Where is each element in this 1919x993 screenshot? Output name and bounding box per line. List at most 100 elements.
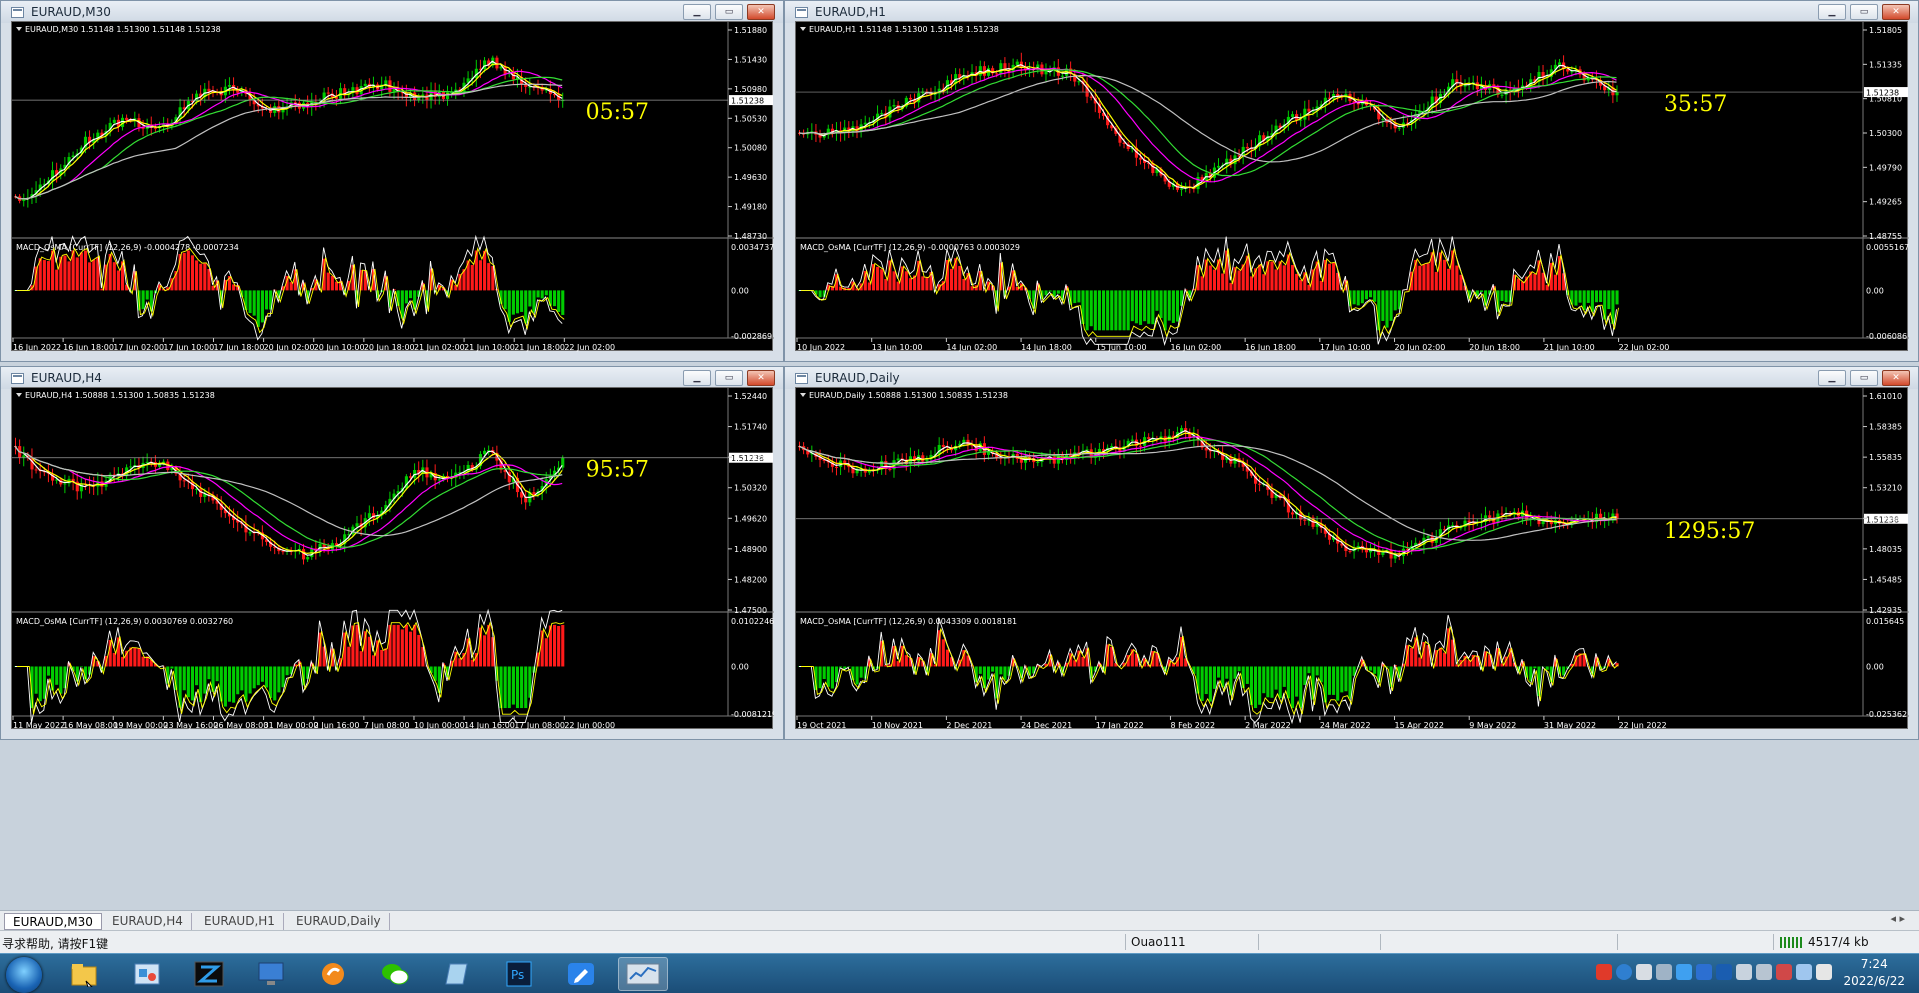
price-tick-label: 1.55835 [1869, 453, 1902, 462]
osma-bar [326, 272, 330, 291]
indicator-label: MACD_OsMA [CurrTF] (12,26,9) -0.0000763 … [800, 243, 1020, 252]
ma-gray-line [14, 83, 563, 200]
window-title-bar[interactable]: EURAUD,M30 [1, 1, 783, 23]
taskbar-control-panel-icon[interactable] [122, 957, 172, 991]
chart-area[interactable]: 1.51238 95:57 EURAUD,H4 1.50888 1.51300 1.… [11, 387, 774, 730]
osma-bar [1130, 290, 1134, 322]
price-chart[interactable]: 1.5123895:57EURAUD,H4 1.50888 1.51300 1.… [12, 388, 774, 730]
minimize-button[interactable]: ▁ [683, 4, 711, 20]
chart-area[interactable]: 1.51238 35:57 EURAUD,H1 1.51148 1.51300 1.… [795, 21, 1909, 352]
tab-scroll-arrows[interactable]: ◂ ▸ [1890, 912, 1905, 925]
close-button[interactable]: ✕ [747, 4, 775, 20]
osma-bar [232, 666, 236, 703]
osma-bar [1114, 290, 1118, 331]
price-tick-label: 1.49265 [1869, 198, 1902, 207]
tab-euraud-h4[interactable]: EURAUD,H4 [104, 913, 192, 930]
minimize-button[interactable]: ▁ [1818, 370, 1846, 386]
maximize-button[interactable]: ▭ [1850, 4, 1878, 20]
tray-cloud-icon[interactable] [1676, 964, 1692, 980]
tray-keyboard-icon[interactable] [1636, 964, 1652, 980]
tray-shield-icon[interactable] [1696, 964, 1712, 980]
system-clock[interactable]: 7:24 2022/6/22 [1843, 956, 1905, 990]
tab-euraud-daily[interactable]: EURAUD,Daily [288, 913, 390, 930]
tray-mute-icon[interactable] [1776, 964, 1792, 980]
candle-body [843, 460, 847, 464]
taskbar-thunder-icon[interactable] [308, 957, 358, 991]
taskbar-notepad-icon[interactable] [432, 957, 482, 991]
chart-window-h4[interactable]: EURAUD,H4 ▁ ▭ ✕ 1.51238 95:57 EURAUD,H4 1.50… [0, 366, 784, 740]
chart-window-h1[interactable]: EURAUD,H1 ▁ ▭ ✕ 1.51238 35:57 EURAUD,H1 1.51… [784, 0, 1919, 362]
osma-bar [396, 624, 400, 667]
tray-security-icon[interactable] [1716, 964, 1732, 980]
osma-bar [1274, 269, 1278, 291]
status-bar: 寻求帮助, 请按F1键 Ouao111 4517/4 kb [0, 930, 1919, 953]
osma-bar [1175, 290, 1180, 322]
window-title-bar[interactable]: EURAUD,H4 [1, 367, 783, 389]
price-chart[interactable]: 1.51238 05:57 EURAUD,M30 1.51148 1.51300 1… [12, 22, 774, 352]
tab-euraud-m30[interactable]: EURAUD,M30 [4, 913, 102, 930]
osma-bar [408, 290, 413, 299]
minimize-button[interactable]: ▁ [683, 370, 711, 386]
candle-body [999, 63, 1003, 74]
price-tick-label: 1.51880 [734, 26, 767, 35]
price-tick-label: 1.50080 [734, 144, 767, 153]
osma-bar [470, 264, 474, 291]
taskbar-pen-app-icon[interactable] [556, 957, 606, 991]
osma-bar [1122, 290, 1126, 331]
close-button[interactable]: ✕ [1882, 4, 1910, 20]
tray-tools-icon[interactable] [1656, 964, 1672, 980]
taskbar-photoshop-icon[interactable]: Ps [494, 957, 544, 991]
maximize-button[interactable]: ▭ [715, 370, 743, 386]
osma-bar [1073, 290, 1077, 304]
osma-bar [1553, 274, 1557, 291]
chart-area[interactable]: 1.51238 1295:57 EURAUD,Daily 1.50888 1.513… [795, 387, 1909, 730]
osma-bar [1089, 290, 1093, 327]
taskbar-app-z-icon[interactable] [184, 957, 234, 991]
time-tick-label: 10 Jun 00:00 [414, 721, 465, 730]
tray-network-icon[interactable] [1796, 964, 1812, 980]
osma-bar [1426, 263, 1430, 291]
price-chart[interactable]: 1.5123835:57EURAUD,H1 1.51148 1.51300 1.… [796, 22, 1909, 352]
tray-sogou-icon[interactable] [1596, 964, 1612, 980]
taskbar-computer-icon[interactable] [246, 957, 296, 991]
chart-menu-icon [16, 27, 22, 31]
osma-bar [1541, 272, 1545, 291]
status-profile[interactable]: Ouao111 [1131, 935, 1186, 949]
window-title-bar[interactable]: EURAUD,H1 [785, 1, 1918, 23]
taskbar-metatrader-icon[interactable] [618, 957, 668, 991]
candle-body [227, 85, 232, 87]
maximize-button[interactable]: ▭ [715, 4, 743, 20]
candle-body [1290, 114, 1295, 117]
price-tick-label: 1.51740 [734, 423, 767, 432]
start-orb-icon[interactable] [6, 957, 42, 993]
close-button[interactable]: ✕ [1882, 370, 1910, 386]
window-title-bar[interactable]: EURAUD,Daily [785, 367, 1918, 389]
maximize-button[interactable]: ▭ [1850, 370, 1878, 386]
chart-window-daily[interactable]: EURAUD,Daily ▁ ▭ ✕ 1.51238 1295:57 EURAUD,Da… [784, 366, 1919, 740]
osma-bar [483, 635, 487, 667]
tray-battery-icon[interactable] [1756, 964, 1772, 980]
price-chart[interactable]: 1.512381295:57EURAUD,Daily 1.50888 1.513… [796, 388, 1909, 730]
close-button[interactable]: ✕ [747, 370, 775, 386]
chart-area[interactable]: 1.51238 05:57 EURAUD,M30 1.51148 1.51300 1… [11, 21, 774, 352]
price-tick-label: 1.50320 [734, 484, 767, 493]
osma-bar [1381, 290, 1385, 321]
osma-bar [199, 263, 203, 291]
taskbar-wechat-icon[interactable] [370, 957, 420, 991]
candle-body [834, 466, 839, 468]
price-tick-label: 1.49620 [734, 514, 767, 523]
chart-window-m30[interactable]: EURAUD,M30 ▁ ▭ ✕ 1.51238 05:57 EURAUD,M30 1.… [0, 0, 784, 362]
tray-flag-icon[interactable] [1816, 964, 1832, 980]
tray-help-icon[interactable] [1616, 964, 1632, 980]
tray-volume-icon[interactable] [1736, 964, 1752, 980]
osma-bar [1262, 274, 1266, 291]
osma-bar [1533, 666, 1537, 669]
minimize-button[interactable]: ▁ [1818, 4, 1846, 20]
taskbar-folder-app-icon[interactable] [60, 957, 110, 991]
tab-euraud-h1[interactable]: EURAUD,H1 [196, 913, 284, 930]
osma-bar [1479, 290, 1484, 292]
indicator-tick-label: 0.0055167 [1866, 243, 1909, 252]
osma-bar [1077, 290, 1081, 303]
osma-bar [417, 634, 421, 667]
osma-bar [503, 666, 507, 709]
